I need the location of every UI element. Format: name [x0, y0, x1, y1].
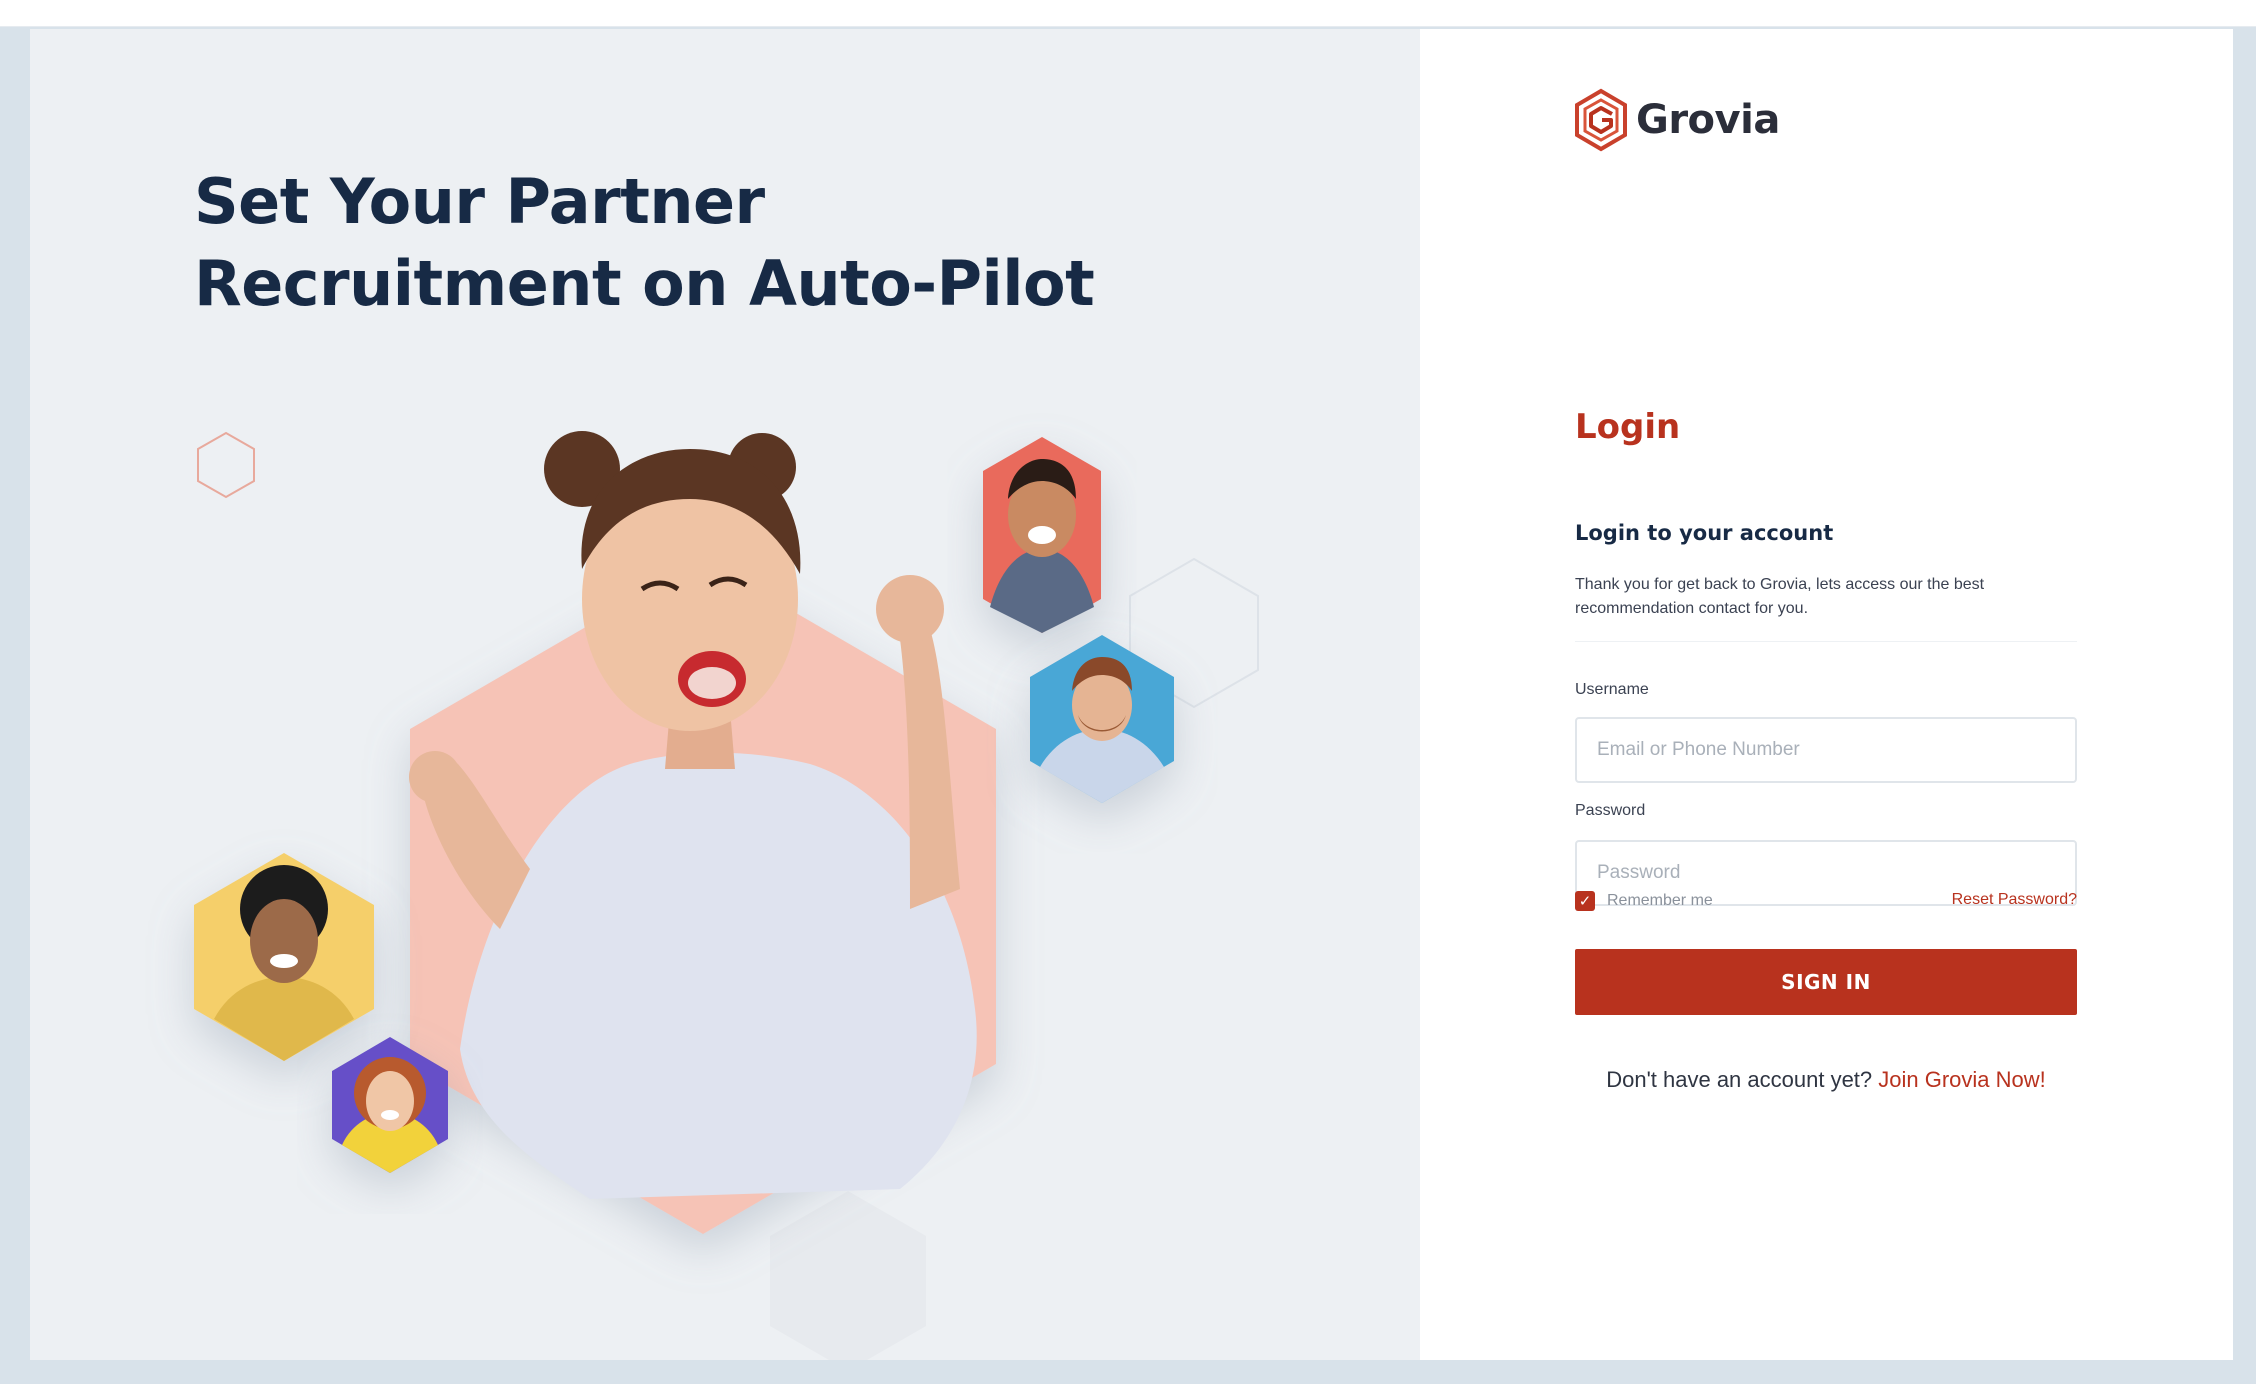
avatar-hexagon-yellow [194, 853, 374, 1061]
sign-in-button[interactable]: SIGN IN [1575, 949, 2077, 1015]
faint-hexagon-bottom [770, 1191, 926, 1360]
brand: Grovia [1572, 85, 1780, 155]
remember-me-checkbox[interactable]: ✓ [1575, 891, 1595, 911]
signup-prompt: Don't have an account yet? [1606, 1067, 1879, 1092]
brand-name: Grovia [1636, 97, 1780, 143]
avatar-hexagon-coral [983, 437, 1101, 633]
login-subtitle: Login to your account [1575, 521, 1834, 545]
remember-me[interactable]: ✓ Remember me [1575, 891, 1713, 911]
avatar-hexagon-blue [1030, 635, 1174, 803]
top-bar [0, 0, 2256, 27]
divider [1575, 641, 2077, 642]
login-description: Thank you for get back to Grovia, lets a… [1575, 576, 1985, 617]
join-link[interactable]: Join Grovia Now! [1878, 1067, 2046, 1092]
signup-prompt-line: Don't have an account yet? Join Grovia N… [1575, 1067, 2077, 1093]
hero-illustration [194, 431, 1259, 1360]
login-title: Login [1575, 407, 1681, 447]
username-label: Username [1575, 681, 1649, 698]
checkmark-icon: ✓ [1578, 892, 1592, 910]
login-panel: Grovia Login Login to your account Thank… [1420, 29, 2233, 1360]
username-input[interactable] [1575, 717, 2077, 783]
reset-password-link[interactable]: Reset Password? [1950, 891, 2077, 909]
hero-panel: Set Your Partner Recruitment on Auto-Pil… [30, 29, 1420, 1360]
outline-hexagon-small [197, 431, 255, 499]
hexagon-g-logo-icon [1575, 88, 1627, 152]
remember-me-label: Remember me [1607, 892, 1713, 909]
password-label: Password [1575, 802, 1646, 819]
